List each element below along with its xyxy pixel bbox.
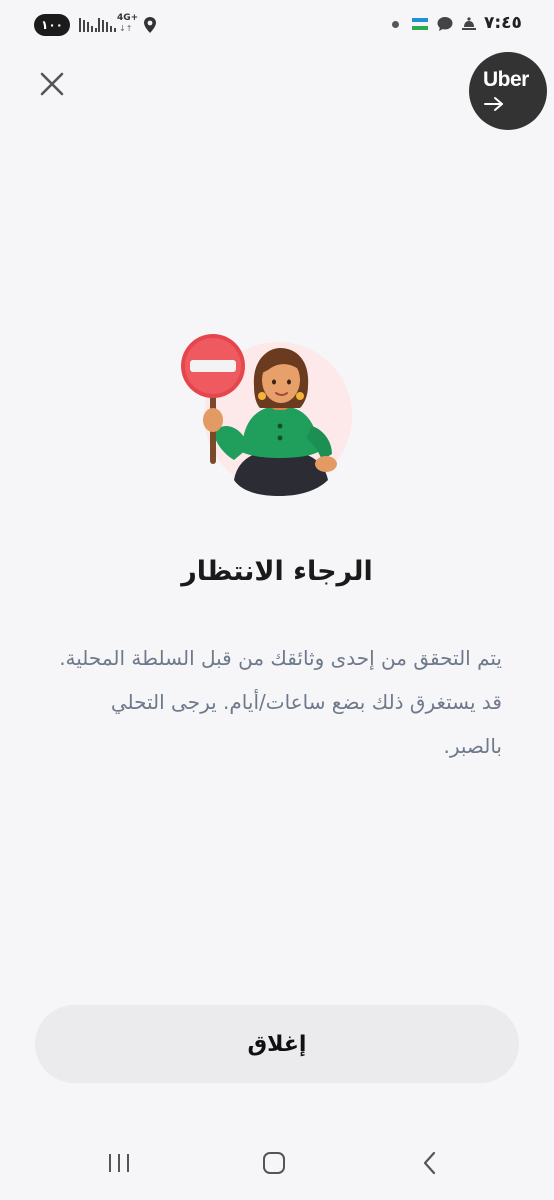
notification-dot-icon (392, 21, 399, 28)
app-notification-icon (462, 17, 476, 30)
status-message: يتم التحقق من إحدى وثائقك من قبل السلطة … (59, 646, 502, 758)
flag-icon (412, 18, 428, 30)
arrow-right-icon (484, 97, 503, 111)
home-icon[interactable] (261, 1151, 287, 1175)
page-title: الرجاء الانتظار (181, 556, 373, 587)
recent-apps-icon[interactable] (106, 1152, 134, 1174)
uber-logo-text: Uber (483, 68, 529, 91)
close-icon[interactable] (34, 66, 70, 102)
status-clock: ٧:٤٥ (484, 13, 522, 33)
close-button[interactable]: إغلاق (35, 1005, 519, 1083)
uber-app-badge[interactable]: Uber (469, 52, 547, 130)
battery-indicator: ١٠٠ (34, 14, 70, 36)
signal-icon (79, 16, 97, 32)
network-type: 4G+ (117, 13, 139, 23)
app-screen: ١٠٠ 4G+ ↓↑ ٧:٤٥ Uber الرجاء الانتظار يتم… (0, 0, 554, 1200)
stop-sign-woman-illustration (181, 334, 352, 496)
back-icon[interactable] (420, 1150, 440, 1176)
network-arrows: ↓↑ (119, 24, 133, 33)
signal-icon (98, 16, 116, 32)
chat-icon (437, 17, 453, 31)
location-icon (144, 17, 156, 33)
status-bar: ١٠٠ 4G+ ↓↑ ٧:٤٥ (0, 0, 554, 50)
